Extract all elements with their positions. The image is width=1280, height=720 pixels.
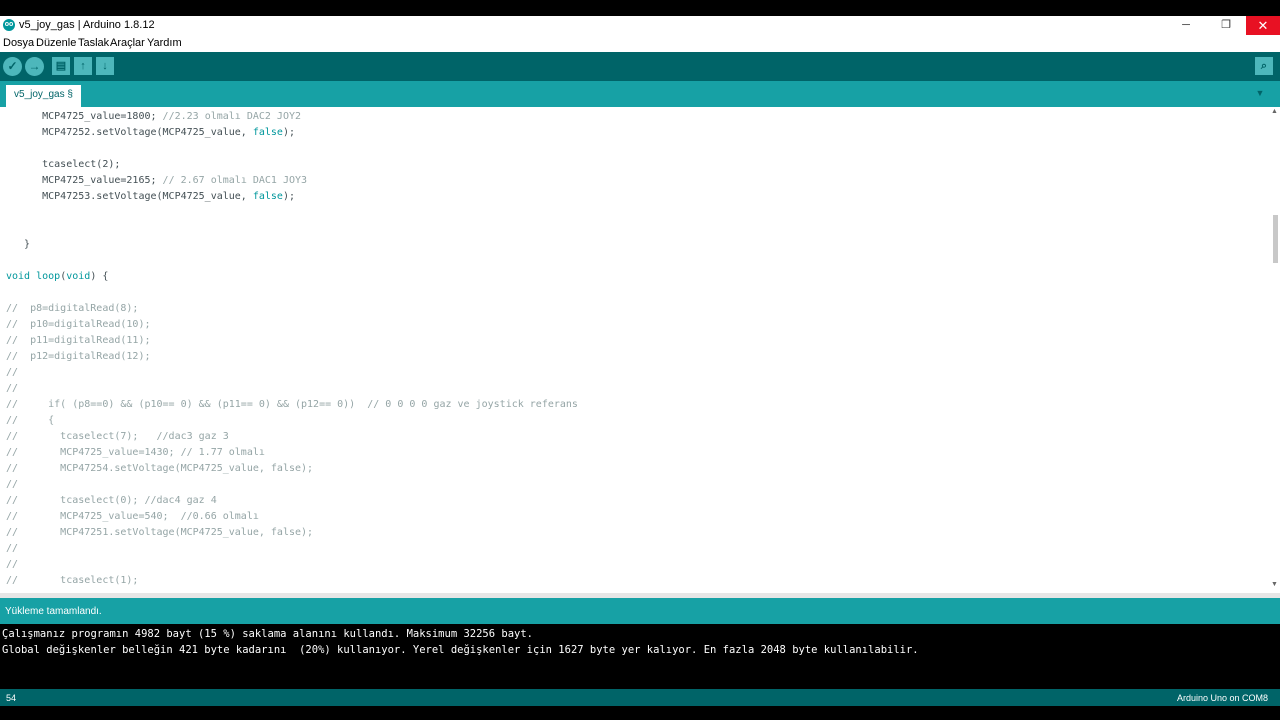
editor-scrollbar[interactable]: ▲ ▼ [1270,107,1280,593]
console-line: Çalışmanız programın 4982 bayt (15 %) sa… [2,628,534,640]
code-token: // p8=digitalRead(8); [6,303,139,314]
code-line: // { [6,413,54,429]
code-token: // [6,367,19,378]
status-bar: Yükleme tamamlandı. [0,598,1280,624]
serial-monitor-button[interactable]: ⌕ [1255,57,1273,75]
scroll-thumb[interactable] [1273,215,1278,263]
save-sketch-button[interactable]: ↓ [96,57,114,75]
maximize-button[interactable]: ❐ [1206,16,1246,35]
code-line: // tcaselect(1); [6,573,138,589]
code-token: // MCP4725_value=1430; // 1.77 olmalı [6,447,265,458]
minimize-button[interactable]: ─ [1166,16,1206,35]
code-line: // p10=digitalRead(10); [6,317,151,333]
code-line: MCP47253.setVoltage(MCP4725_value, false… [6,189,295,205]
code-token: ); [282,127,295,138]
code-token: // 2.67 olmalı DAC1 JOY3 [162,175,308,186]
scroll-down-icon[interactable]: ▼ [1271,581,1278,588]
menu-tools[interactable]: Araçlar [110,37,145,49]
code-line: // MCP4725_value=1430; // 1.77 olmalı [6,445,265,461]
code-line: // p12=digitalRead(12); [6,349,151,365]
open-sketch-button[interactable]: ↑ [74,57,92,75]
code-line: // if( (p8==0) && (p10== 0) && (p11== 0)… [6,397,578,413]
code-line: tcaselect(2); [6,157,120,173]
code-token: // if( (p8==0) && (p10== 0) && (p11== 0)… [6,399,578,410]
code-token: // MCP47251.setVoltage(MCP4725_value, fa… [6,527,314,538]
title-bar: oo v5_joy_gas | Arduino 1.8.12 ─ ❐ ✕ [0,16,1280,35]
code-line: // [6,541,18,557]
status-message: Yükleme tamamlandı. [5,606,102,617]
code-token: // MCP47254.setVoltage(MCP4725_value, fa… [6,463,314,474]
console-line: Global değişkenler belleğin 421 byte kad… [2,644,919,656]
code-line: // p11=digitalRead(11); [6,333,151,349]
code-line: void loop(void) { [6,269,108,285]
code-token: // [6,543,19,554]
code-line: MCP47252.setVoltage(MCP4725_value, false… [6,125,295,141]
code-token: void [6,271,31,282]
tab-bar: v5_joy_gas § ▼ [0,81,1280,107]
scroll-up-icon[interactable]: ▲ [1271,108,1278,115]
verify-button[interactable]: ✓ [3,57,22,76]
menu-bar: Dosya Düzenle Taslak Araçlar Yardım [0,35,1280,52]
code-token: // [6,559,19,570]
code-token: // { [6,415,55,426]
code-token: // p10=digitalRead(10); [6,319,151,330]
bottom-letterbox [0,706,1280,720]
tab-v5-joy-gas[interactable]: v5_joy_gas § [6,85,81,107]
tab-menu-chevron-icon[interactable]: ▼ [1254,87,1266,99]
top-letterbox [0,0,1280,16]
menu-file[interactable]: Dosya [3,37,34,49]
menu-sketch[interactable]: Taslak [78,37,109,49]
code-token: MCP47252.setVoltage(MCP4725_value, [6,127,253,138]
code-token: tcaselect(2); [6,159,121,170]
code-line: // [6,477,18,493]
code-token: // [6,479,19,490]
code-token: MCP4725_value=1800; [6,111,163,122]
footer-bar: 54 Arduino Uno on COM8 [0,689,1280,706]
code-line: MCP4725_value=2165; // 2.67 olmalı DAC1 … [6,173,307,189]
code-line: // tcaselect(0); //dac4 gaz 4 [6,493,217,509]
console-output: Çalışmanız programın 4982 bayt (15 %) sa… [0,624,1280,689]
code-line: // tcaselect(7); //dac3 gaz 3 [6,429,229,445]
code-token: ); [282,191,295,202]
menu-edit[interactable]: Düzenle [36,37,76,49]
code-token: void [66,271,91,282]
board-port-info: Arduino Uno on COM8 [1176,693,1268,703]
code-line: // MCP4725_value=540; //0.66 olmalı [6,509,259,525]
line-number: 54 [6,693,17,703]
toolbar: ✓ → ▤ ↑ ↓ ⌕ [0,52,1280,81]
code-line: MCP4725_value=1800; //2.23 olmalı DAC2 J… [6,109,301,125]
code-line: // [6,557,18,573]
window-title: v5_joy_gas | Arduino 1.8.12 [19,19,155,31]
code-line: // MCP47254.setVoltage(MCP4725_value, fa… [6,461,313,477]
code-token: //2.23 olmalı DAC2 JOY2 [162,111,302,122]
code-token: ) { [90,271,109,282]
code-token: false [252,191,283,202]
code-token: // p11=digitalRead(11); [6,335,151,346]
code-token: // tcaselect(0); //dac4 gaz 4 [6,495,217,506]
code-token: false [252,127,283,138]
code-token: // MCP4725_value=540; //0.66 olmalı [6,511,259,522]
code-token: // tcaselect(1); [6,575,139,586]
code-token: // [6,383,19,394]
menu-help[interactable]: Yardım [147,37,182,49]
code-token: loop [36,271,61,282]
code-line: // MCP47251.setVoltage(MCP4725_value, fa… [6,525,313,541]
code-line: // p8=digitalRead(8); [6,301,138,317]
upload-button[interactable]: → [25,57,44,76]
code-editor[interactable]: MCP4725_value=1800; //2.23 olmalı DAC2 J… [0,107,1280,593]
arduino-logo-icon: oo [3,19,15,31]
close-button[interactable]: ✕ [1246,16,1280,35]
code-line: // [6,381,18,397]
code-token: MCP47253.setVoltage(MCP4725_value, [6,191,253,202]
code-token: } [6,239,31,250]
code-line: // [6,365,18,381]
code-token: MCP4725_value=2165; [6,175,163,186]
new-sketch-button[interactable]: ▤ [52,57,70,75]
code-line: } [6,237,30,253]
code-token: // tcaselect(7); //dac3 gaz 3 [6,431,229,442]
code-token: // p12=digitalRead(12); [6,351,151,362]
